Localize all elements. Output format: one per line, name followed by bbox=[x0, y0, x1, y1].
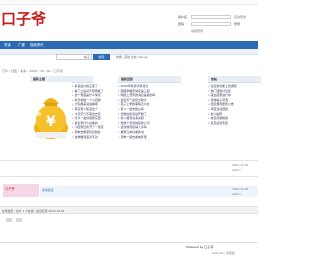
list-item[interactable]: • 2020年新款手机对比 bbox=[118, 84, 178, 88]
divider bbox=[0, 176, 258, 177]
user-icon bbox=[16, 218, 22, 222]
password-label: 密码 bbox=[178, 22, 185, 26]
footer-divider bbox=[0, 242, 258, 243]
column-head-new-replies: 最新回复 bbox=[118, 76, 181, 83]
list-item[interactable]: • 年度活动回顾 bbox=[208, 107, 256, 111]
site-logo[interactable]: 口子爷 bbox=[1, 11, 46, 27]
password-input[interactable] bbox=[191, 22, 231, 26]
search-type-select[interactable]: 帖子 bbox=[84, 55, 90, 59]
list-item[interactable]: • 有人一起去爬山吗 bbox=[118, 107, 178, 111]
login-button[interactable]: 登录 bbox=[234, 22, 240, 26]
row-author: admin bbox=[232, 192, 241, 196]
promo-banner-text: 口子爷 bbox=[5, 187, 15, 191]
list-item[interactable]: • 分享一些好用的东西 bbox=[72, 116, 116, 120]
list-item[interactable]: • 周末去哪里玩比较好 bbox=[72, 130, 116, 134]
list-item[interactable]: • 网络上流传的消息是真的吗 bbox=[118, 93, 178, 97]
user-icon bbox=[6, 218, 12, 222]
svg-text:¥: ¥ bbox=[46, 114, 56, 130]
online-stats-text: 在线会员 - 总计 1 人在线 - 最高纪录 2020-12-01 bbox=[2, 208, 65, 213]
copyright-text: Powered by 口子爷 bbox=[186, 245, 214, 249]
username-input[interactable] bbox=[191, 15, 231, 19]
search-button[interactable]: 搜索 bbox=[93, 54, 110, 60]
money-bag-avatar: ¥ bbox=[30, 82, 72, 142]
list-item[interactable]: • 这个到底是什么情况 bbox=[72, 93, 116, 97]
divider bbox=[0, 160, 258, 161]
list-item[interactable]: • 最近有什么好看的 bbox=[72, 121, 116, 125]
list-item[interactable]: • 孩子上学的事情怎么办 bbox=[118, 102, 178, 106]
main-nav: 导读 广播 指南资讯 bbox=[0, 41, 258, 49]
list-item[interactable]: • 新人报到请多关照 bbox=[118, 116, 178, 120]
list-item[interactable]: • 论坛新功能上线通知 bbox=[208, 84, 256, 88]
list-item[interactable]: • 小区附近新开了一家店 bbox=[72, 125, 116, 129]
remember-checkbox[interactable]: 自动登录 bbox=[234, 15, 246, 19]
list-item[interactable]: • 最近天气变化比较大 bbox=[118, 98, 178, 102]
list-item[interactable]: • 版主招募进行中 bbox=[208, 93, 256, 97]
list-item[interactable]: • 推荐几本好看的书 bbox=[118, 130, 178, 134]
list-item[interactable]: • 补货后价格又涨了 bbox=[72, 84, 116, 88]
list-item[interactable]: • 大家都来说说看吧 bbox=[72, 102, 116, 106]
online-stats-bar: 在线会员 - 总计 1 人在线 - 最高纪录 2020-12-01 bbox=[0, 206, 258, 214]
list-item[interactable]: • 跟我学做家常菜第三期 bbox=[118, 89, 178, 93]
list-item[interactable]: • 优秀帖子评选 bbox=[208, 98, 256, 102]
list-item[interactable]: • 有没有人知道这个 bbox=[72, 107, 116, 111]
list-item[interactable]: • 这样做到底对不对 bbox=[72, 135, 116, 139]
list-item[interactable]: • 今天天气不错出去玩 bbox=[72, 112, 116, 116]
quick-login-link[interactable]: 快捷登录 bbox=[191, 29, 203, 33]
username-label: 用户名 bbox=[178, 15, 188, 19]
list-item[interactable]: • 旧物交换活动开始了 bbox=[118, 112, 178, 116]
friend-link-title[interactable]: 友情链接 bbox=[40, 186, 258, 194]
list-item[interactable]: • 常见问题解答 bbox=[208, 116, 256, 120]
row-date: 2020-12-01 bbox=[232, 187, 249, 191]
friend-links-band: 友情链接 bbox=[40, 186, 258, 197]
archiver-links[interactable]: Archiver | 手机版 bbox=[212, 251, 235, 255]
list-item[interactable]: • 社区规则更新公告 bbox=[208, 102, 256, 106]
top-strip bbox=[0, 0, 258, 5]
column-head-hot: 热帖 bbox=[208, 76, 261, 83]
hot-search-words[interactable]: 热搜: 活动 交友 discuz bbox=[116, 55, 147, 59]
row-date: 2020-12-01 bbox=[232, 163, 249, 167]
list-item[interactable]: • 意见反馈专区 bbox=[208, 121, 256, 125]
list-item[interactable]: • 想找个靠谱的装修公司 bbox=[118, 121, 178, 125]
list-item[interactable]: • 周末一起去看电影吧 bbox=[118, 135, 178, 139]
row-author: admin bbox=[232, 168, 241, 172]
list-item[interactable]: • 看了之后就不想再看了 bbox=[72, 89, 116, 93]
list-item[interactable]: • 新手求助一个小问题 bbox=[72, 98, 116, 102]
list-item[interactable]: • 热门话题讨论区 bbox=[208, 89, 256, 93]
list-item[interactable]: • 新人指南 bbox=[208, 112, 256, 116]
nav-item-guide[interactable]: 导读 bbox=[4, 41, 11, 49]
nav-item-news[interactable]: 指南资讯 bbox=[30, 41, 44, 49]
nav-item-broadcast[interactable]: 广播 bbox=[18, 41, 25, 49]
list-item[interactable]: • 这款游戏值得入手吗 bbox=[118, 125, 178, 129]
promo-banner[interactable]: 口子爷 bbox=[3, 184, 39, 197]
breadcrumb[interactable]: 门户 › 社区 › 头条 › 2020 › 12 › 01 › 口子爷 bbox=[2, 69, 63, 73]
